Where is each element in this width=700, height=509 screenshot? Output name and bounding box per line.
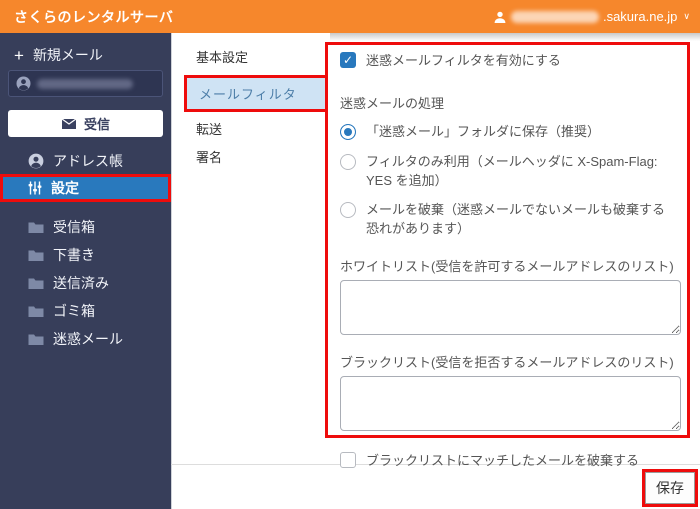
folder-label: 受信箱 [53, 217, 95, 237]
whitelist-label: ホワイトリスト(受信を許可するメールアドレスのリスト) [340, 256, 675, 275]
folder-icon [28, 249, 44, 262]
new-mail-label: 新規メール [33, 45, 103, 65]
webmail-app: さくらのレンタルサーバ .sakura.ne.jp ∨ + 新規メール [0, 0, 700, 509]
account-domain: .sakura.ne.jp [603, 9, 677, 24]
radio-label: フィルタのみ利用（メールヘッダに X-Spam-Flag: YES を追加） [366, 153, 675, 191]
mail-filter-form: ✓ 迷惑メールフィルタを有効にする 迷惑メールの処理 「迷惑メール」フォルダに保… [325, 42, 690, 438]
discard-blacklist-label: ブラックリストにマッチしたメールを破棄する [366, 452, 639, 471]
folder-label: ゴミ箱 [53, 301, 95, 321]
sidebar-item-settings[interactable]: 設定 [0, 174, 171, 202]
save-button-annotation: 保存 [642, 469, 698, 507]
settings-menu: 基本設定 メールフィルタ 転送 署名 [171, 33, 330, 509]
discard-blacklist-checkbox-row[interactable]: ブラックリストにマッチしたメールを破棄する [340, 452, 675, 471]
save-button[interactable]: 保存 [645, 472, 695, 504]
sidebar-item-address-book[interactable]: アドレス帳 [28, 151, 123, 171]
blacklist-label: ブラックリスト(受信を拒否するメールアドレスのリスト) [340, 352, 675, 371]
tab-mail-filter-label: メールフィルタ [187, 78, 325, 109]
redacted-account-name [37, 79, 133, 89]
person-circle-icon [16, 76, 31, 91]
sidebar-item-spam[interactable]: 迷惑メール [28, 329, 123, 349]
enable-spam-filter-label: 迷惑メールフィルタを有効にする [366, 52, 561, 71]
radio-discard-mail[interactable]: メールを破棄（迷惑メールでないメールも破棄する恐れがあります） [340, 201, 675, 239]
blacklist-textarea[interactable] [340, 376, 681, 431]
app-header: さくらのレンタルサーバ .sakura.ne.jp ∨ [0, 0, 700, 33]
checkbox-checked-icon[interactable]: ✓ [340, 52, 356, 68]
radio-filter-only[interactable]: フィルタのみ利用（メールヘッダに X-Spam-Flag: YES を追加） [340, 153, 675, 191]
receive-button[interactable]: 受信 [8, 110, 163, 137]
spam-handling-label: 迷惑メールの処理 [340, 93, 675, 112]
account-menu[interactable]: .sakura.ne.jp ∨ [493, 9, 690, 24]
new-mail-button[interactable]: + 新規メール [14, 45, 103, 65]
folder-icon [28, 277, 44, 290]
sidebar: + 新規メール 受信 アドレス帳 [0, 33, 171, 509]
inbox-icon [61, 118, 77, 130]
tab-basic-settings[interactable]: 基本設定 [196, 47, 248, 66]
settings-label: 設定 [51, 178, 79, 198]
radio-unselected-icon[interactable] [340, 154, 356, 170]
app-title: さくらのレンタルサーバ [14, 7, 173, 27]
folder-label: 迷惑メール [53, 329, 123, 349]
chevron-down-icon: ∨ [683, 11, 690, 22]
folder-icon [28, 305, 44, 318]
tab-mail-filter[interactable]: メールフィルタ [184, 75, 328, 112]
sidebar-item-inbox[interactable]: 受信箱 [28, 217, 95, 237]
radio-unselected-icon[interactable] [340, 202, 356, 218]
redacted-account-name [511, 11, 599, 23]
user-icon [493, 10, 507, 24]
tab-forwarding[interactable]: 転送 [196, 119, 222, 138]
folder-label: 送信済み [53, 273, 109, 293]
sidebar-item-sent[interactable]: 送信済み [28, 273, 109, 293]
checkbox-unchecked-icon[interactable] [340, 452, 356, 468]
radio-label: 「迷惑メール」フォルダに保存（推奨） [366, 123, 600, 142]
enable-spam-filter-checkbox-row[interactable]: ✓ 迷惑メールフィルタを有効にする [340, 52, 675, 71]
radio-selected-icon[interactable] [340, 124, 356, 140]
plus-icon: + [14, 47, 24, 64]
tab-signature[interactable]: 署名 [196, 147, 222, 166]
address-book-icon [28, 153, 44, 169]
sidebar-item-trash[interactable]: ゴミ箱 [28, 301, 95, 321]
sidebar-item-drafts[interactable]: 下書き [28, 245, 95, 265]
receive-label: 受信 [84, 114, 110, 133]
account-selector[interactable] [8, 70, 163, 97]
sliders-icon [28, 181, 42, 195]
folder-label: 下書き [53, 245, 95, 265]
radio-save-to-spam-folder[interactable]: 「迷惑メール」フォルダに保存（推奨） [340, 123, 675, 142]
folder-icon [28, 333, 44, 346]
folder-icon [28, 221, 44, 234]
address-book-label: アドレス帳 [53, 151, 123, 171]
whitelist-textarea[interactable] [340, 280, 681, 335]
radio-label: メールを破棄（迷惑メールでないメールも破棄する恐れがあります） [366, 201, 675, 239]
